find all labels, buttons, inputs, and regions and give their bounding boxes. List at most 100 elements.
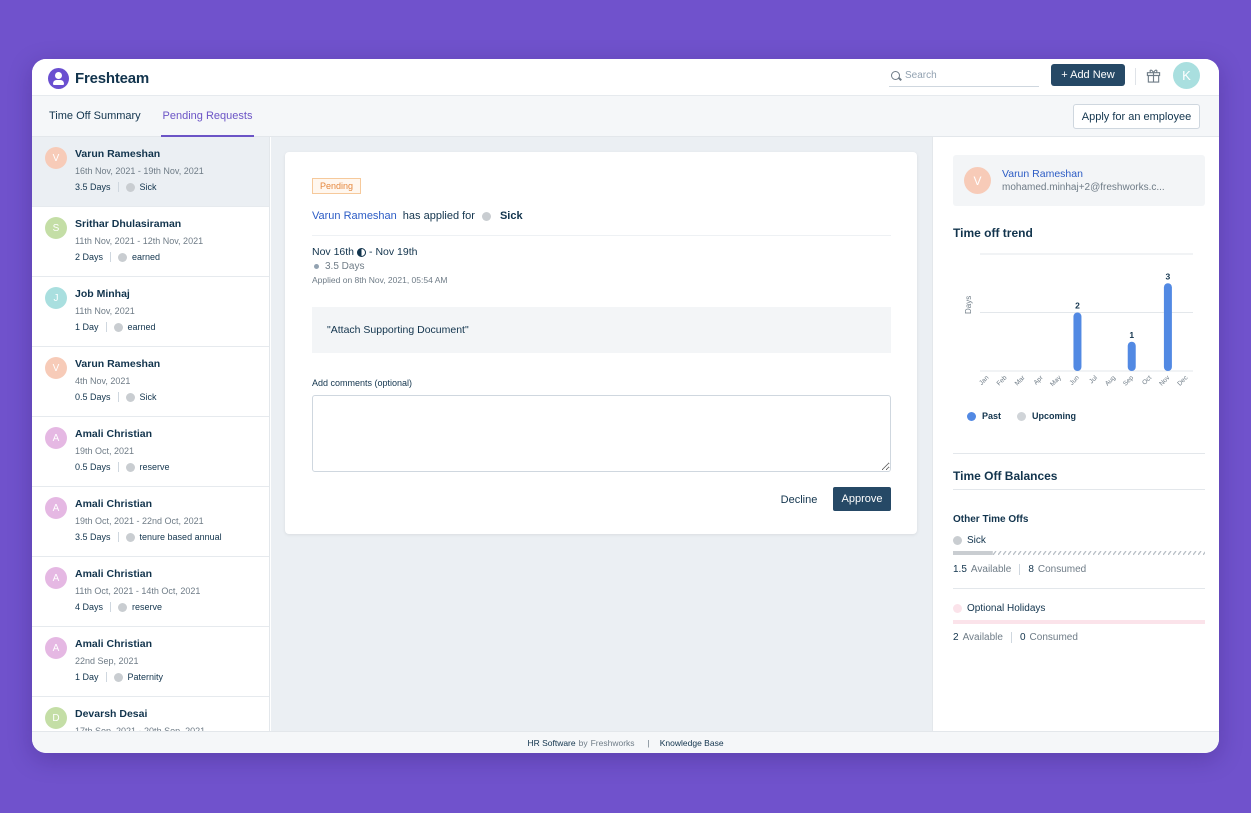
footer-separator: | bbox=[647, 737, 650, 748]
gift-icon[interactable] bbox=[1146, 68, 1161, 83]
leave-type-dot-icon bbox=[125, 462, 135, 472]
request-list-item[interactable]: A Amali Christian 11th Oct, 2021 - 14th Oc… bbox=[32, 557, 269, 627]
request-list-item[interactable]: J Job Minhaj 11th Nov, 2021 1 Day earned bbox=[32, 277, 269, 347]
chart-bar-sep[interactable] bbox=[1127, 341, 1136, 371]
request-dates: 11th Nov, 2021 - 12th Nov, 2021 bbox=[75, 236, 204, 246]
leave-type-dot-icon bbox=[125, 532, 135, 542]
request-avatar: V bbox=[45, 357, 67, 379]
chart-tick-label: Sep bbox=[1122, 374, 1135, 387]
request-avatar: A bbox=[45, 567, 67, 589]
request-dates: 11th Nov, 2021 bbox=[75, 306, 135, 316]
chart-tick-label: Aug bbox=[1104, 374, 1117, 387]
request-list-item[interactable]: V Varun Rameshan 4th Nov, 2021 0.5 Days Sick bbox=[32, 347, 269, 417]
request-avatar: A bbox=[45, 497, 67, 519]
request-leave-type: tenure based annual bbox=[139, 532, 222, 542]
separator bbox=[105, 322, 107, 332]
chart-bar-jun[interactable] bbox=[1073, 312, 1082, 372]
bullet-icon bbox=[314, 264, 319, 269]
tab-time-off-summary[interactable]: Time Off Summary bbox=[49, 96, 141, 137]
applied-text: has applied for bbox=[402, 210, 475, 222]
request-list-item[interactable]: A Amali Christian 19th Oct, 2021 0.5 Days re… bbox=[32, 417, 269, 487]
request-list-item[interactable]: A Amali Christian 22nd Sep, 2021 1 Day Pater… bbox=[32, 627, 269, 697]
chart-data-label: 2 bbox=[1075, 301, 1080, 311]
comments-label: Add comments (optional) bbox=[312, 378, 413, 388]
search-box[interactable] bbox=[889, 65, 1039, 87]
app-window: Freshteam + Add New K Time Off Summary P… bbox=[32, 59, 1219, 753]
chart-tick-label: Jul bbox=[1088, 374, 1099, 385]
top-bar: Freshteam + Add New K bbox=[32, 59, 1219, 96]
request-meta: 2 Days earned bbox=[75, 252, 160, 262]
footer-by: by bbox=[578, 737, 588, 748]
request-note: "Attach Supporting Document" bbox=[312, 307, 891, 353]
balance-label: Optional Holidays bbox=[967, 603, 1046, 614]
status-badge: Pending bbox=[312, 178, 362, 194]
search-input[interactable] bbox=[905, 70, 1025, 81]
available-label: Available bbox=[962, 632, 1003, 643]
apply-for-employee-button[interactable]: Apply for an employee bbox=[1073, 104, 1200, 129]
chart-tick-label: Dec bbox=[1176, 374, 1190, 388]
footer-freshworks-link[interactable]: Freshworks bbox=[591, 738, 635, 748]
request-employee-name: Srithar Dhulasiraman bbox=[75, 218, 182, 230]
upcoming-legend-dot-icon bbox=[1017, 411, 1027, 421]
employee-name-link[interactable]: Varun Rameshan bbox=[1002, 168, 1083, 180]
available-label: Available bbox=[970, 564, 1012, 575]
request-list-item[interactable]: A Amali Christian 19th Oct, 2021 - 22nd Oc… bbox=[32, 487, 269, 557]
request-detail-card: Pending Varun Rameshan has applied for S… bbox=[285, 152, 917, 534]
tab-pending-requests[interactable]: Pending Requests bbox=[161, 96, 254, 137]
balance-optional-holidays-numbers: 2 Available 0 Consumed bbox=[953, 632, 1078, 643]
brand-name: Freshteam bbox=[75, 69, 150, 87]
other-time-offs-title: Other Time Offs bbox=[953, 514, 1029, 525]
section-divider bbox=[953, 489, 1205, 490]
pending-request-list: V Varun Rameshan 16th Nov, 2021 - 19th Nov… bbox=[32, 137, 270, 731]
request-dates: 22nd Sep, 2021 bbox=[75, 656, 139, 666]
request-list-item[interactable]: V Varun Rameshan 16th Nov, 2021 - 19th Nov… bbox=[32, 137, 269, 207]
request-employee-name: Amali Christian bbox=[75, 428, 153, 440]
approve-button[interactable]: Approve bbox=[833, 487, 891, 511]
chart-bar-nov[interactable] bbox=[1163, 283, 1172, 371]
employee-email: mohamed.minhaj+2@freshworks.c... bbox=[1002, 182, 1165, 193]
request-leave-type: reserve bbox=[139, 462, 170, 472]
request-list-item[interactable]: S Srithar Dhulasiraman 11th Nov, 2021 - 12… bbox=[32, 207, 269, 277]
chart-data-label: 3 bbox=[1166, 271, 1171, 281]
decline-button[interactable]: Decline bbox=[773, 488, 825, 512]
user-avatar[interactable]: K bbox=[1173, 62, 1200, 89]
add-new-button[interactable]: + Add New bbox=[1051, 64, 1125, 86]
employee-avatar: V bbox=[964, 167, 991, 194]
request-leave-type: reserve bbox=[132, 602, 163, 612]
leave-type-dot-icon bbox=[113, 322, 123, 332]
days-count: 3.5 Days bbox=[325, 261, 365, 272]
leave-type-dot-icon bbox=[125, 392, 135, 402]
request-employee-name: Devarsh Desai bbox=[75, 708, 148, 720]
chart-tick-label: Jun bbox=[1069, 374, 1082, 387]
request-days: 3.5 Days bbox=[75, 532, 111, 542]
header-divider bbox=[1135, 68, 1136, 85]
request-days: 3.5 Days bbox=[75, 182, 111, 192]
consumed-value: 8 bbox=[1028, 564, 1034, 575]
request-meta: 1 Day earned bbox=[75, 322, 156, 332]
request-list-item[interactable]: D Devarsh Desai 17th Sep, 2021 - 20th Sep,… bbox=[32, 697, 269, 731]
comments-textarea[interactable] bbox=[312, 395, 891, 472]
brand[interactable]: Freshteam bbox=[48, 67, 149, 89]
request-meta: 3.5 Days Sick bbox=[75, 182, 157, 192]
separator bbox=[117, 532, 119, 542]
balance-label: Sick bbox=[967, 535, 986, 546]
request-leave-type: earned bbox=[127, 322, 156, 332]
days-line: 3.5 Days bbox=[314, 261, 364, 272]
request-dates: 19th Oct, 2021 bbox=[75, 446, 135, 456]
leave-type: Sick bbox=[499, 210, 523, 222]
past-legend-dot-icon bbox=[967, 411, 976, 421]
employee-link[interactable]: Varun Rameshan bbox=[312, 210, 397, 222]
applied-line: Varun Rameshan has applied for Sick bbox=[312, 210, 523, 222]
chart-tick-label: Feb bbox=[996, 374, 1009, 387]
consumed-value: 0 bbox=[1019, 632, 1026, 643]
balance-sick-numbers: 1.5 Available 8 Consumed bbox=[953, 564, 1086, 575]
footer-knowledge-base-link[interactable]: Knowledge Base bbox=[660, 738, 724, 748]
balance-sick-bar bbox=[953, 551, 1205, 555]
request-employee-name: Amali Christian bbox=[75, 568, 153, 580]
footer-hr-software-link[interactable]: HR Software bbox=[527, 738, 575, 748]
balances-title: Time Off Balances bbox=[953, 469, 1058, 483]
range-end: - Nov 19th bbox=[369, 246, 418, 258]
chart-tick-label: May bbox=[1049, 374, 1063, 388]
separator bbox=[110, 252, 112, 262]
request-employee-name: Amali Christian bbox=[75, 498, 153, 510]
